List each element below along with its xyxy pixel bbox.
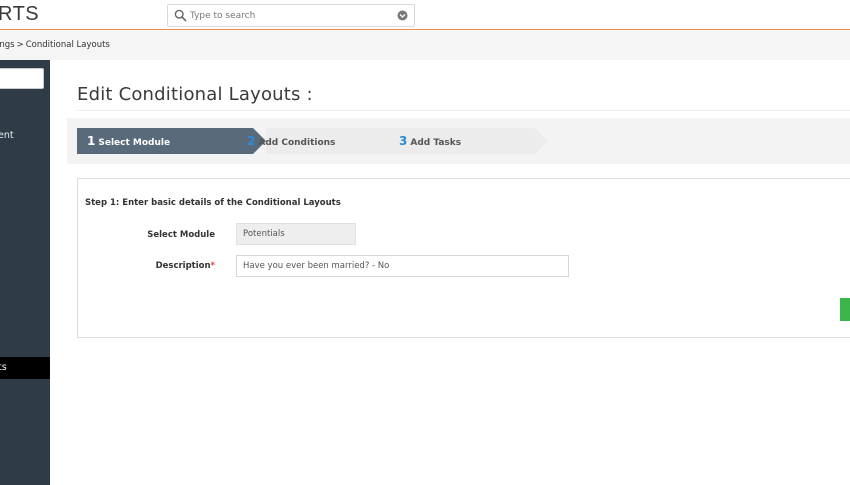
wizard-step-add-conditions[interactable]: 2 Add Conditions — [245, 128, 405, 154]
module-field: Potentials — [236, 223, 356, 245]
wizard-step-number: 2 — [247, 134, 256, 148]
wizard-step-label: Add Conditions — [258, 138, 336, 148]
breadcrumb: ings>Conditional Layouts — [0, 40, 110, 50]
next-button[interactable] — [840, 298, 850, 321]
divider — [77, 110, 850, 111]
wizard-step-number: 1 — [87, 134, 96, 148]
top-header: RTS — [0, 0, 850, 30]
breadcrumb-separator: > — [16, 40, 24, 50]
sidebar: ent ts — [0, 60, 50, 485]
required-mark: * — [210, 261, 215, 271]
sidebar-item[interactable]: ent — [0, 130, 50, 141]
wizard-steps: 1 Select Module 2 Add Conditions 3 Add Task… — [67, 118, 850, 164]
description-label-text: Description — [155, 261, 211, 271]
description-field[interactable] — [236, 255, 569, 277]
sidebar-item-label: ent — [0, 130, 14, 141]
wizard-step-select-module[interactable]: 1 Select Module — [77, 128, 253, 154]
description-label: Description* — [75, 261, 215, 271]
breadcrumb-bar: ings>Conditional Layouts — [0, 31, 850, 60]
wizard-step-number: 3 — [399, 134, 408, 148]
select-module-label: Select Module — [147, 230, 215, 240]
wizard-step-add-tasks[interactable]: 3 Add Tasks — [399, 128, 549, 154]
search-input[interactable] — [190, 7, 380, 25]
wizard-step-label: Select Module — [98, 138, 171, 148]
sidebar-item-conditional-layouts[interactable]: ts — [0, 357, 50, 379]
search-icon — [174, 9, 187, 22]
breadcrumb-item-settings[interactable]: ings — [0, 40, 15, 50]
chevron-down-circle-icon[interactable] — [397, 10, 408, 21]
app-logo[interactable]: RTS — [0, 3, 39, 26]
global-search[interactable] — [167, 4, 415, 27]
wizard-step-label: Add Tasks — [410, 138, 462, 148]
page-title: Edit Conditional Layouts : — [77, 84, 313, 105]
step-heading: Step 1: Enter basic details of the Condi… — [85, 198, 341, 208]
sidebar-search-input[interactable] — [0, 68, 44, 89]
sidebar-item-label: ts — [0, 362, 7, 373]
breadcrumb-item-conditional-layouts[interactable]: Conditional Layouts — [26, 40, 110, 50]
details-panel: Step 1: Enter basic details of the Condi… — [77, 178, 850, 338]
